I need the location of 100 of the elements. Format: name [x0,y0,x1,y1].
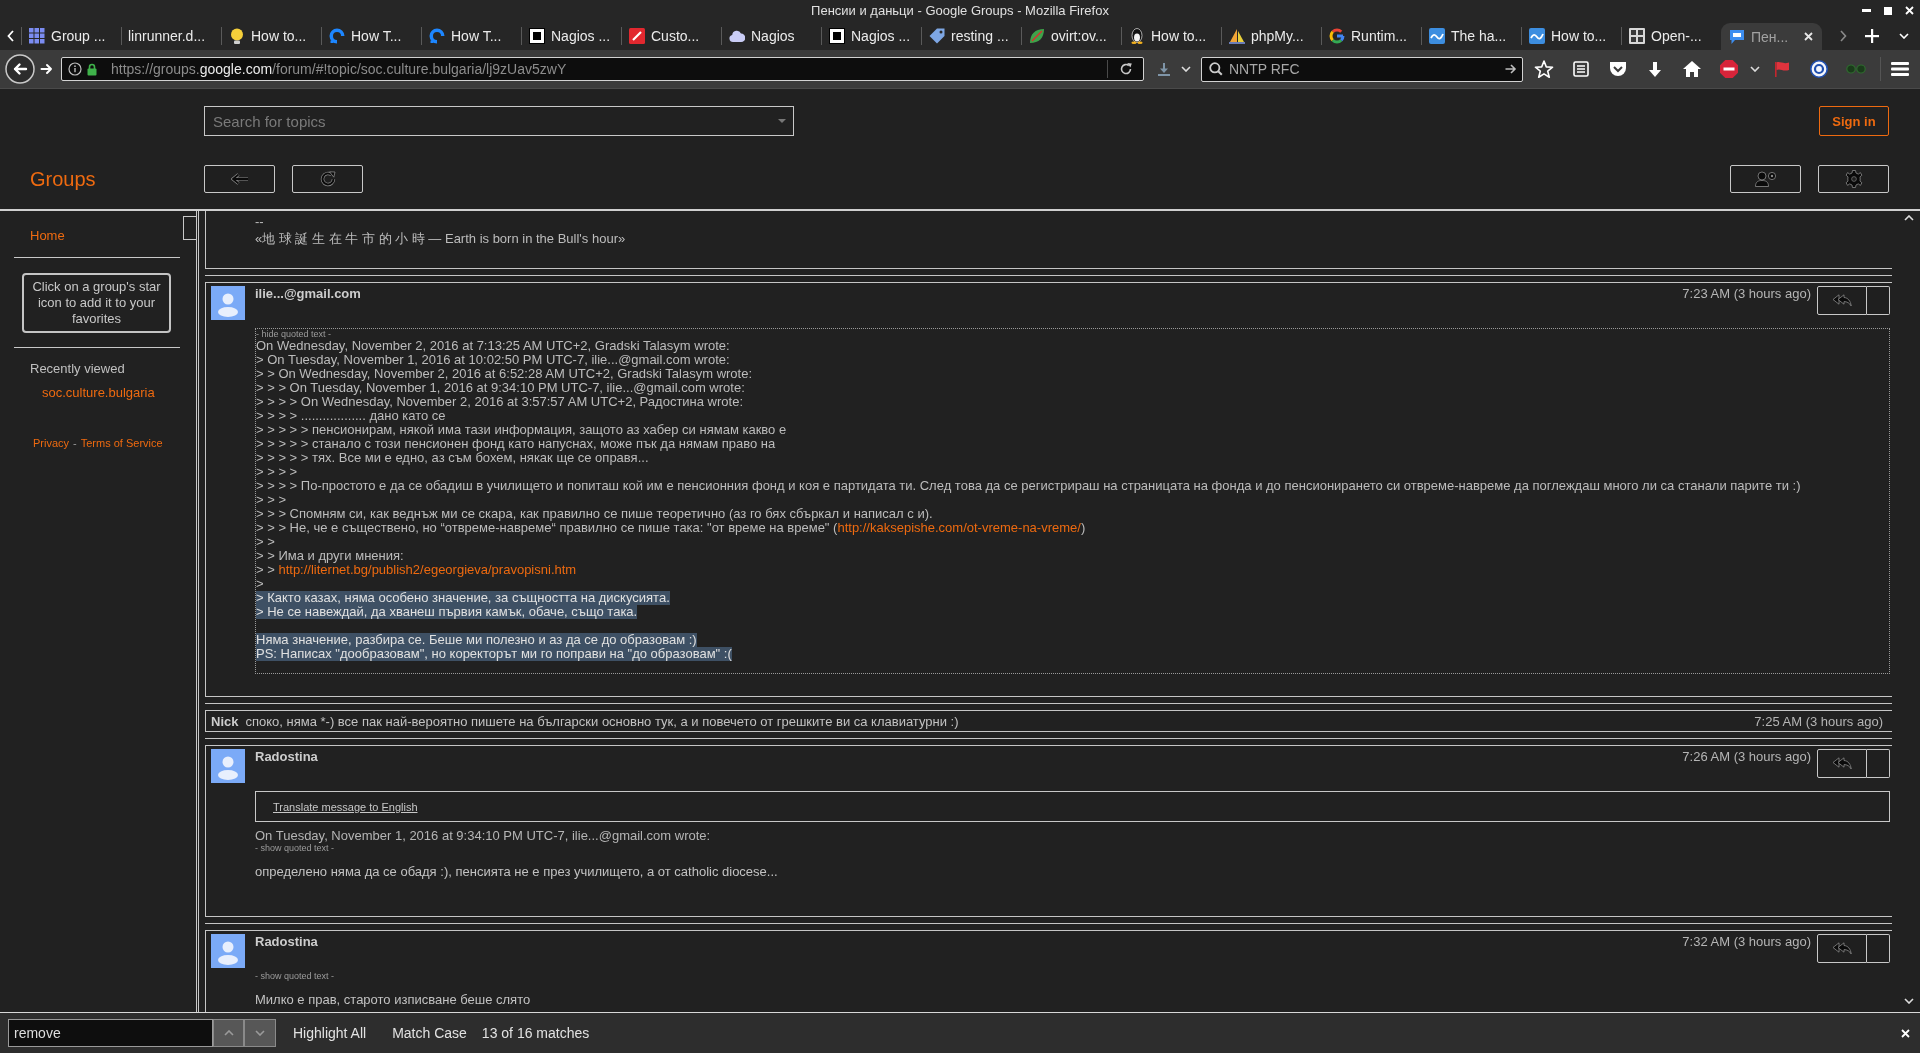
tag-icon [929,27,945,44]
quote-line: > On Tuesday, November 1, 2016 at 10:02:50 PM UTC-7, ilie...@gmail.com wrote: [256,353,730,367]
flag-icon[interactable] [1773,61,1790,77]
tab[interactable]: resting ... [921,21,1021,50]
author-name: ilie...@gmail.com [255,286,361,301]
tab[interactable]: Пен... [1721,23,1822,50]
reload-icon[interactable] [1119,62,1133,76]
tab[interactable]: How T... [321,21,421,50]
tab[interactable]: Group ... [21,21,121,50]
tab[interactable]: Nagios ... [521,21,621,50]
wave-tile-icon [1429,27,1445,44]
tab[interactable]: phpMy... [1221,21,1321,50]
tab[interactable]: linrunner.d... [121,21,221,50]
quote-toggle[interactable]: - show quoted text - [255,843,335,853]
find-option-button[interactable]: Highlight All [280,1019,380,1047]
tab[interactable]: How to... [1521,21,1621,50]
quote-toggle[interactable]: - hide quoted text - [256,329,332,339]
find-field[interactable]: remove [8,1019,213,1047]
quote-line: > > Има и други мнения: [256,549,404,563]
tab[interactable]: Nagios ... [821,21,921,50]
settings-button[interactable] [1818,165,1889,193]
message-time: 7:23 AM (3 hours ago) [1682,286,1811,301]
refresh-icon [319,171,336,187]
quote-line: > > > > On Wednesday, November 2, 2016 at 3:57:57 AM UTC+2, Радостина wrote: [256,395,744,409]
tab[interactable]: Runtim... [1321,21,1421,50]
lock-icon [87,62,97,76]
tab[interactable]: The ha... [1421,21,1521,50]
message-time: 7:25 AM (3 hours ago) [1754,713,1883,729]
chevron-down-icon[interactable] [1904,998,1914,1004]
quote-link[interactable]: http://kaksepishe.com/ot-vreme-na-vreme/ [837,520,1081,535]
quote-line: > > [256,535,275,549]
reply-all-icon [1832,294,1852,307]
sidebar-link[interactable]: Home [30,228,65,243]
menu-icon[interactable] [1890,62,1909,76]
grid-icon [29,27,45,44]
plus-icon[interactable] [1865,28,1879,43]
user-settings-button[interactable] [1730,165,1801,193]
octagon-icon[interactable] [1719,60,1738,78]
avatar-icon [211,749,245,783]
leaf-icon [1029,27,1045,44]
sidebar-toggle[interactable] [183,216,197,240]
url-field[interactable]: https://groups.google.com/forum/#!topic/soc.culture.bulgaria/lj9zUav5zwY [61,57,1144,81]
privacy-link[interactable]: Privacy [33,437,70,450]
sign-in-button[interactable]: Sign in [1819,106,1889,136]
quote-line: > > > > > станало с този пенсионен фонд като напуснах, може пък да нямам право на [256,437,776,451]
more-button[interactable] [1867,749,1890,778]
reply-button[interactable] [1817,934,1867,963]
home-icon[interactable] [1682,61,1701,77]
arrow-down-icon[interactable] [1647,61,1662,77]
more-button[interactable] [1867,934,1890,963]
person-gear-icon [1754,171,1777,187]
chevron-shield-icon[interactable] [1608,61,1627,77]
refresh-button[interactable] [292,165,363,193]
group-link[interactable]: soc.culture.bulgaria [42,385,155,400]
caret-icon[interactable] [1181,66,1191,72]
download-icon[interactable] [1158,62,1170,76]
author-name: Nick [211,713,239,729]
chevron-left-icon[interactable] [7,29,14,42]
author-name: Radostina [255,749,318,764]
quote-line: > > > Не, че е съществено, но “отвреме-навреме“ правилно се пише така: "от време на време" (http://kaksepishe.com/ot-vreme-na-vreme/) [256,521,1086,535]
message-body: Милко е прав, старото изписване беше слято [255,993,531,1007]
window-title: Пенсии и даньци - Google Groups - Mozilla Firefox [811,3,1109,18]
chevron-up-icon[interactable] [1904,215,1914,221]
reply-button[interactable] [1817,286,1867,315]
arrow-right-icon[interactable] [1504,63,1517,75]
quote-line: > > > [256,493,286,507]
caret-icon[interactable] [1750,66,1760,72]
chevron-right-icon[interactable] [1839,29,1847,42]
quote-link[interactable]: http://liternet.bg/publish2/egeorgieva/pravopisni.htm [278,562,577,577]
reply-button[interactable] [1817,749,1867,778]
message-text: -- [255,213,264,230]
chevron-down-icon [255,1030,265,1036]
bulb-icon [229,27,245,44]
info-icon[interactable] [68,62,82,76]
ring-icon [429,27,445,44]
close-icon[interactable] [1804,32,1813,41]
maximize-icon[interactable] [1884,6,1892,15]
quote-line: > > > > > пенсионирам, някой има тази информация, защото аз хабер си нямам какво е [256,423,787,437]
tab[interactable]: How T... [421,21,521,50]
back-button[interactable] [204,165,275,193]
back-icon[interactable] [5,54,35,84]
color-ring-icon [1329,27,1345,44]
tab[interactable]: How to... [1121,21,1221,50]
find-option-button[interactable]: Match Case [379,1019,480,1047]
logo: Groups [30,167,96,191]
tab[interactable]: Nagios [721,21,821,50]
tile-icon [1629,27,1645,44]
terms-link[interactable]: Terms of Service [80,437,163,450]
star-icon[interactable] [1533,59,1554,79]
tab[interactable]: ovirt:ov... [1021,21,1121,50]
search-field[interactable]: Search for topics [204,106,794,136]
list-icon[interactable] [1572,61,1589,77]
translate-link[interactable]: Translate message to English [273,800,418,813]
search-field[interactable]: NNTP RFC [1201,56,1523,82]
tab[interactable]: How to... [221,21,321,50]
disc-icon[interactable] [1809,60,1828,78]
tab[interactable]: Custo... [621,21,721,50]
more-button[interactable] [1867,286,1890,315]
tab[interactable]: Open-... [1621,21,1721,50]
quote-toggle[interactable]: - show quoted text - [255,971,335,981]
